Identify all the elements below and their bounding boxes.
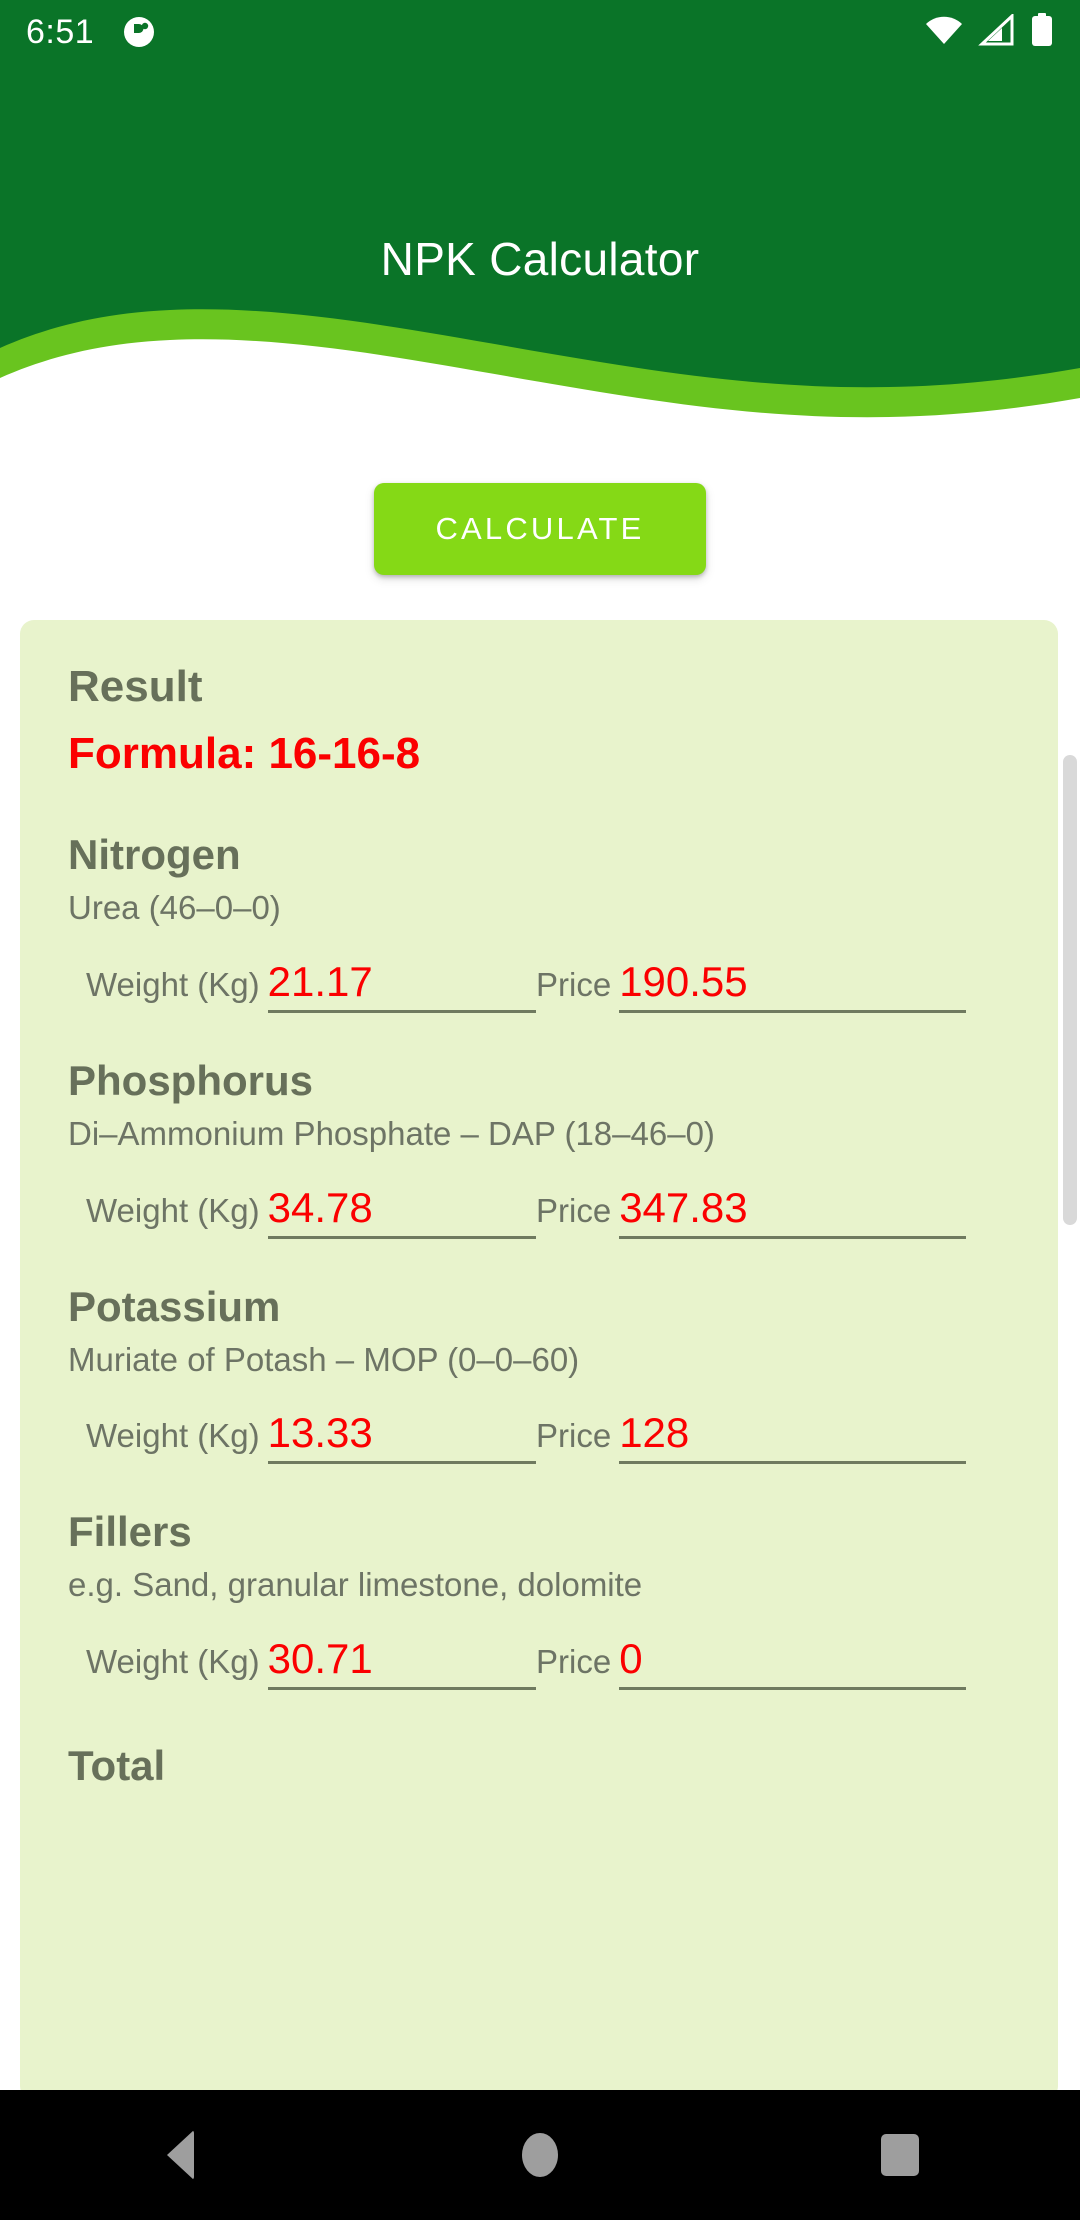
total-heading: Total [68, 1742, 166, 1790]
nutrient-field-row: Weight (Kg) 21.17 Price 190.55 [68, 957, 1010, 1013]
nutrient-field-row: Weight (Kg) 13.33 Price 128 [68, 1409, 1010, 1465]
nutrient-block-phosphorus: Phosphorus Di–Ammonium Phosphate – DAP (… [68, 1057, 1010, 1239]
price-value: 347.83 [619, 1183, 748, 1231]
price-input[interactable]: 347.83 [619, 1183, 966, 1239]
back-button[interactable] [0, 2090, 360, 2220]
price-input[interactable]: 128 [619, 1409, 966, 1465]
weight-input[interactable]: 30.71 [267, 1634, 536, 1691]
result-card: Result Formula: 16-16-8 Nitrogen Urea (4… [20, 620, 1058, 2100]
weight-field-group: Weight (Kg) 34.78 [86, 1183, 536, 1239]
recents-square-icon [881, 2134, 919, 2176]
android-navigation-bar [0, 2090, 1080, 2220]
app-header: NPK Calculator [0, 0, 1080, 430]
nutrient-name: Fillers [68, 1508, 192, 1556]
weight-label: Weight (Kg) [86, 965, 260, 1003]
weight-label: Weight (Kg) [86, 1191, 260, 1229]
page-title: NPK Calculator [380, 233, 700, 285]
weight-value: 30.71 [267, 1634, 373, 1682]
weight-field-group: Weight (Kg) 21.17 [86, 957, 536, 1013]
home-button[interactable] [360, 2090, 720, 2220]
price-input[interactable]: 0 [619, 1634, 966, 1691]
price-label: Price [536, 965, 612, 1003]
nutrient-name: Nitrogen [68, 831, 241, 879]
weight-input[interactable]: 21.17 [267, 957, 536, 1013]
nutrient-field-row: Weight (Kg) 34.78 Price 347.83 [68, 1183, 1010, 1239]
price-value: 190.55 [619, 957, 748, 1005]
status-bar-left: 6:51 [26, 13, 156, 52]
header-wave-background [0, 0, 1080, 418]
price-field-group: Price 128 [536, 1409, 966, 1465]
price-input[interactable]: 190.55 [619, 957, 966, 1013]
status-clock: 6:51 [26, 12, 95, 51]
nutrient-block-fillers: Fillers e.g. Sand, granular limestone, d… [68, 1508, 1010, 1691]
nutrient-field-row: Weight (Kg) 30.71 Price 0 [68, 1634, 1010, 1691]
price-field-group: Price 347.83 [536, 1183, 966, 1239]
weight-value: 21.17 [267, 957, 373, 1005]
nutrient-source: e.g. Sand, granular limestone, dolomite [68, 1566, 643, 1604]
weight-input[interactable]: 34.78 [267, 1183, 536, 1239]
status-bar-right [924, 12, 1054, 52]
status-bar: 6:51 [0, 0, 1080, 64]
price-label: Price [536, 1642, 612, 1680]
back-triangle-icon [166, 2130, 194, 2180]
nutrient-name: Potassium [68, 1282, 281, 1330]
wifi-icon [924, 14, 964, 51]
price-value: 0 [619, 1634, 643, 1682]
result-heading: Result [68, 662, 203, 711]
price-label: Price [536, 1417, 612, 1455]
price-field-group: Price 0 [536, 1634, 966, 1691]
weight-label: Weight (Kg) [86, 1642, 260, 1680]
battery-icon [1030, 12, 1054, 52]
home-circle-icon [522, 2133, 558, 2177]
recents-button[interactable] [720, 2090, 1080, 2220]
price-value: 128 [619, 1409, 690, 1457]
nutrient-block-nitrogen: Nitrogen Urea (46–0–0) Weight (Kg) 21.17… [68, 831, 1010, 1013]
nutrient-source: Di–Ammonium Phosphate – DAP (18–46–0) [68, 1114, 715, 1152]
formula-label: Formula: 16-16-8 [68, 728, 421, 778]
weight-label: Weight (Kg) [86, 1417, 260, 1455]
nutrient-source: Urea (46–0–0) [68, 889, 281, 927]
weight-value: 13.33 [267, 1409, 373, 1457]
nutrient-name: Phosphorus [68, 1056, 314, 1104]
weight-field-group: Weight (Kg) 13.33 [86, 1409, 536, 1465]
weight-input[interactable]: 13.33 [267, 1409, 536, 1465]
price-field-group: Price 190.55 [536, 957, 966, 1013]
price-label: Price [536, 1191, 612, 1229]
weight-value: 34.78 [267, 1183, 373, 1231]
weight-field-group: Weight (Kg) 30.71 [86, 1634, 536, 1691]
notification-dot-icon [122, 15, 156, 49]
nutrient-block-potassium: Potassium Muriate of Potash – MOP (0–0–6… [68, 1283, 1010, 1465]
cellular-signal-icon [978, 12, 1016, 51]
nutrient-source: Muriate of Potash – MOP (0–0–60) [68, 1340, 580, 1378]
vertical-scrollbar[interactable] [1063, 755, 1077, 1225]
calculate-button[interactable]: CALCULATE [374, 483, 706, 575]
